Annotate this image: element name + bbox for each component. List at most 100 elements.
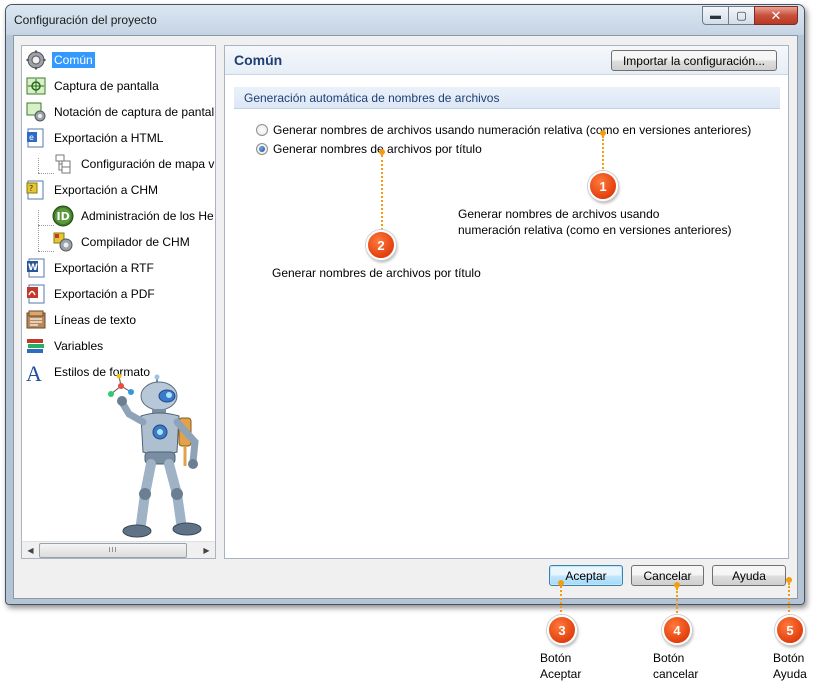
chm-export-icon: ?: [25, 179, 47, 201]
callout-leader-2: [381, 155, 383, 230]
import-settings-button[interactable]: Importar la configuración...: [611, 50, 777, 71]
caption-buttons: ▬ ▢ ✕: [702, 6, 798, 25]
format-styles-icon: A: [25, 361, 47, 383]
callout-note-5-line2: Ayuda: [773, 667, 807, 681]
tree-item-label: Exportación a RTF: [54, 261, 154, 275]
settings-panel: Común Importar la configuración... Gener…: [224, 45, 789, 559]
panel-header: Común Importar la configuración...: [225, 46, 788, 75]
scroll-right-button[interactable]: ▶: [198, 542, 215, 559]
close-button[interactable]: ✕: [754, 6, 798, 25]
option-label: Generar nombres de archivos por título: [273, 142, 482, 156]
option-label: Generar nombres de archivos usando numer…: [273, 123, 752, 137]
svg-text:A: A: [26, 361, 42, 383]
option-relative-numbering[interactable]: Generar nombres de archivos usando numer…: [256, 123, 751, 137]
callout-leader-4: [676, 588, 678, 616]
callout-badge-5: 5: [775, 615, 805, 645]
tree-item-label: Notación de captura de pantal: [54, 105, 215, 119]
callout-badge-1: 1: [588, 171, 618, 201]
callout-leader-5: [788, 583, 790, 616]
tree-scroll-area: Común Captura de pantalla Notación de ca…: [22, 46, 215, 540]
gear-icon: [25, 49, 47, 71]
tree-item-compilador[interactable]: Compilador de CHM: [52, 231, 192, 253]
tree-item-notacion[interactable]: Notación de captura de pantal: [25, 101, 215, 123]
minimize-button[interactable]: ▬: [702, 6, 729, 25]
tree-item-label: Exportación a CHM: [54, 183, 159, 197]
callout-note-3-line1: Botón: [540, 651, 572, 665]
tree-item-lineas[interactable]: Líneas de texto: [25, 309, 138, 331]
scroll-thumb[interactable]: III: [39, 543, 187, 558]
section-header: Generación automática de nombres de arch…: [234, 87, 780, 109]
callout-badge-3: 3: [547, 615, 577, 645]
svg-text:e: e: [29, 133, 34, 142]
tree-item-captura[interactable]: Captura de pantalla: [25, 75, 161, 97]
callout-leader-1: [602, 136, 604, 172]
capture-annotation-icon: [25, 101, 47, 123]
callout-leader-3: [560, 586, 562, 616]
tree-connector: [38, 210, 39, 251]
tree-item-label: Configuración de mapa v: [81, 157, 215, 171]
radio-by-title[interactable]: [256, 143, 268, 155]
text-lines-icon: [25, 309, 47, 331]
id-icon: ID: [52, 205, 74, 227]
robot-mascot-illustration: [108, 374, 202, 538]
scroll-left-button[interactable]: ◀: [22, 542, 39, 559]
chm-compiler-icon: [52, 231, 74, 253]
callout-note-4-line1: Botón: [653, 651, 685, 665]
tree-item-administracion[interactable]: ID Administración de los He: [52, 205, 215, 227]
tree-item-label: Captura de pantalla: [54, 79, 159, 93]
minimize-icon: ▬: [710, 9, 721, 22]
tree-horizontal-scrollbar[interactable]: ◀ III ▶: [22, 541, 215, 558]
tree-item-chm[interactable]: ? Exportación a CHM: [25, 179, 160, 201]
tree-item-label: Común: [52, 52, 95, 68]
tree-item-label: Exportación a HTML: [54, 131, 164, 145]
tree-item-html[interactable]: e Exportación a HTML: [25, 127, 165, 149]
tree-item-variables[interactable]: Variables: [25, 335, 105, 357]
callout-note-1-line1: Generar nombres de archivos usando: [458, 207, 660, 221]
maximize-button[interactable]: ▢: [728, 6, 755, 25]
tree-item-label: Compilador de CHM: [81, 235, 190, 249]
pdf-export-icon: [25, 283, 47, 305]
tree-item-label: Administración de los He: [81, 209, 214, 223]
tree-item-pdf[interactable]: Exportación a PDF: [25, 283, 157, 305]
cancel-button[interactable]: Cancelar: [631, 565, 704, 586]
panel-title: Común: [234, 52, 283, 68]
svg-text:?: ?: [29, 184, 33, 193]
help-button[interactable]: Ayuda: [712, 565, 786, 586]
callout-note-2: Generar nombres de archivos por título: [272, 266, 481, 280]
project-settings-window: Configuración del proyecto ▬ ▢ ✕ Común C…: [5, 4, 805, 605]
settings-tree[interactable]: Común Captura de pantalla Notación de ca…: [21, 45, 216, 559]
maximize-icon: ▢: [736, 10, 747, 22]
callout-note-5-line1: Botón: [773, 651, 805, 665]
tree-connector: [38, 158, 39, 173]
window-title: Configuración del proyecto: [14, 13, 157, 27]
callout-badge-4: 4: [662, 615, 692, 645]
callout-note-4-line2: cancelar: [653, 667, 699, 681]
tree-item-label: Variables: [54, 339, 104, 353]
callout-note-5: Botón Ayuda: [773, 650, 807, 682]
close-icon: ✕: [770, 7, 782, 23]
screen-capture-icon: [25, 75, 47, 97]
option-by-title[interactable]: Generar nombres de archivos por título: [256, 142, 482, 156]
tree-item-label: Exportación a PDF: [54, 287, 155, 301]
svg-text:W: W: [28, 263, 38, 273]
title-bar[interactable]: Configuración del proyecto ▬ ▢ ✕: [6, 5, 804, 35]
callout-note-4: Botón cancelar: [653, 650, 698, 682]
callout-badge-2: 2: [366, 230, 396, 260]
svg-text:ID: ID: [57, 210, 70, 223]
html-export-icon: e: [25, 127, 47, 149]
callout-note-1: Generar nombres de archivos usando numer…: [458, 206, 731, 238]
callout-note-3: Botón Aceptar: [540, 650, 581, 682]
variables-icon: [25, 335, 47, 357]
tree-item-mapa[interactable]: Configuración de mapa v: [52, 153, 215, 175]
callout-note-3-line2: Aceptar: [540, 667, 582, 681]
radio-relative-numbering[interactable]: [256, 124, 268, 136]
callout-note-1-line2: numeración relativa (como en versiones a…: [458, 223, 732, 237]
sitemap-icon: [52, 153, 74, 175]
tree-item-rtf[interactable]: W Exportación a RTF: [25, 257, 156, 279]
scroll-grip-icon: III: [108, 547, 118, 554]
rtf-export-icon: W: [25, 257, 47, 279]
tree-item-label: Líneas de texto: [54, 313, 137, 327]
dialog-client-area: Común Captura de pantalla Notación de ca…: [13, 35, 798, 599]
tree-item-comun[interactable]: Común: [25, 49, 95, 71]
section-title: Generación automática de nombres de arch…: [244, 91, 500, 105]
